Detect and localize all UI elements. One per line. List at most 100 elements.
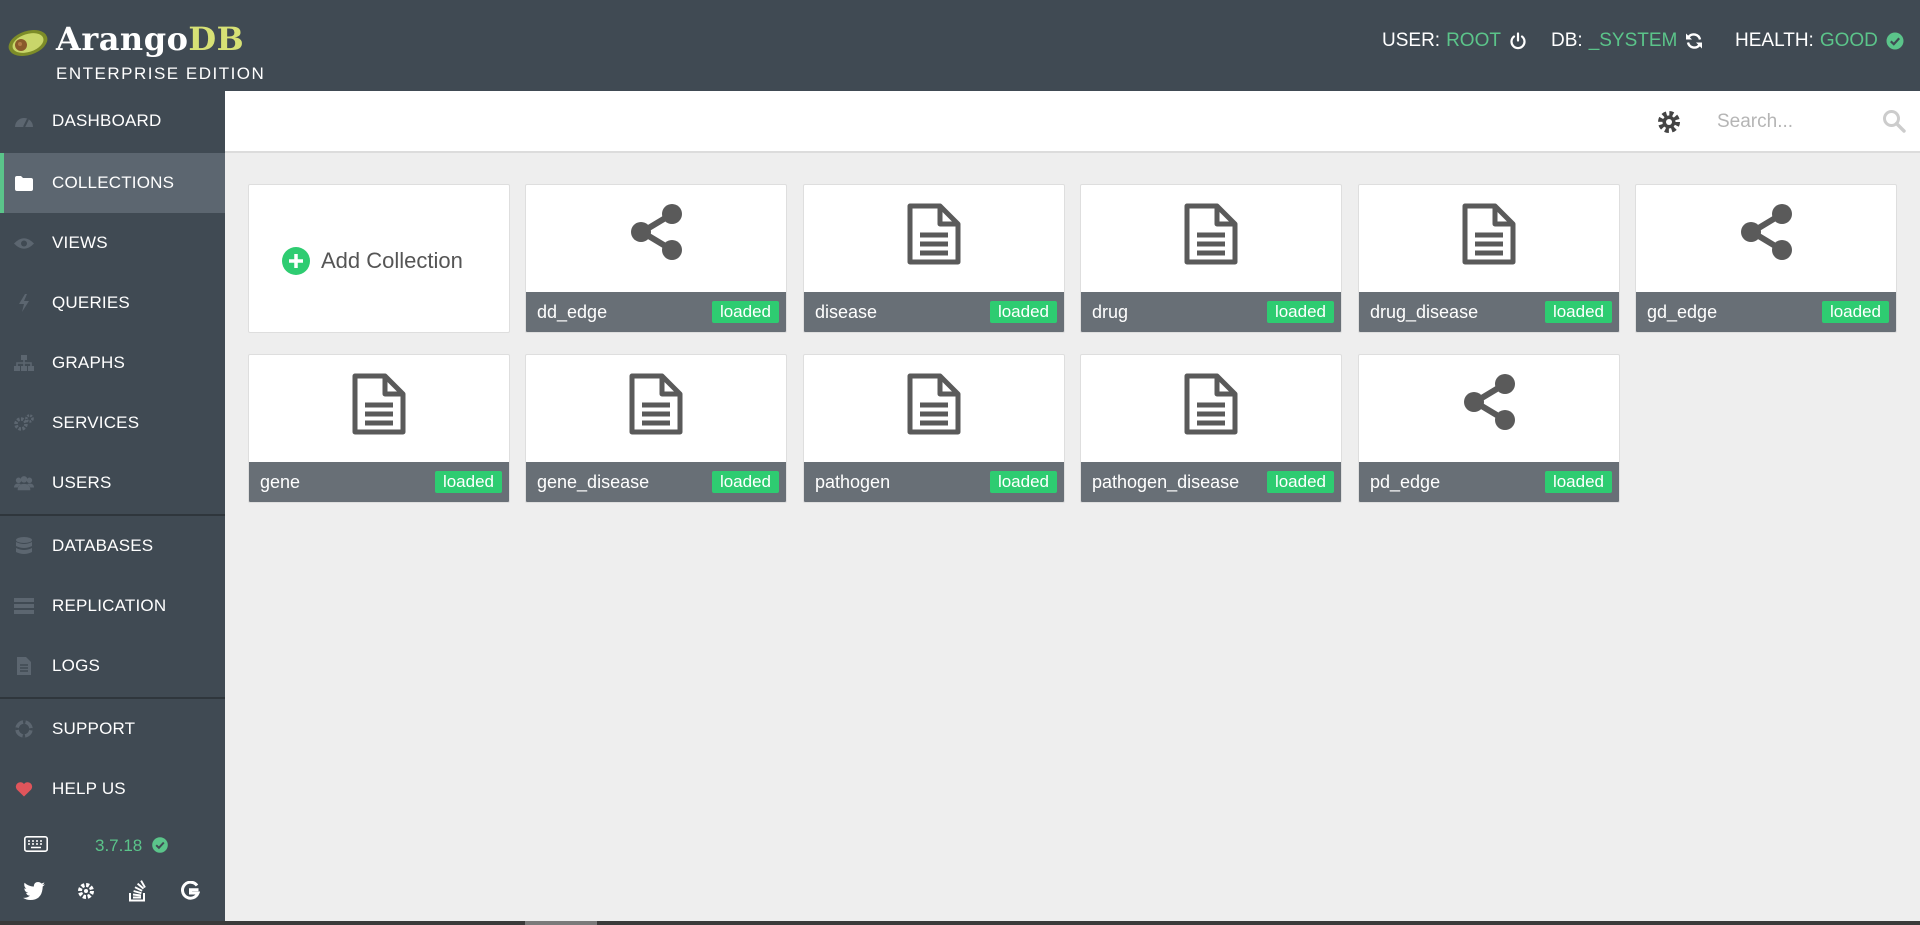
collection-tile-drug-disease[interactable]: drug_disease loaded	[1358, 184, 1620, 333]
nav-label: DASHBOARD	[52, 111, 162, 130]
database-icon	[14, 536, 34, 556]
document-icon	[1462, 203, 1516, 265]
share-alt-icon	[1464, 374, 1515, 430]
database-status[interactable]: DB: _SYSTEM	[1551, 30, 1703, 52]
document-icon	[907, 373, 961, 435]
collection-tile-pathogen-disease[interactable]: pathogen_disease loaded	[1080, 354, 1342, 503]
nav-queries[interactable]: QUERIES	[0, 273, 225, 333]
collection-name: dd_edge	[537, 302, 608, 322]
share-alt-icon	[1741, 204, 1792, 260]
document-icon	[1184, 203, 1238, 265]
nav-graphs[interactable]: GRAPHS	[0, 333, 225, 393]
users-icon	[14, 473, 34, 493]
search-input[interactable]	[1717, 105, 1897, 139]
collection-tile-drug[interactable]: drug loaded	[1080, 184, 1342, 333]
user-status[interactable]: USER: ROOT	[1382, 30, 1527, 52]
nav-databases[interactable]: DATABASES	[0, 516, 225, 576]
status-badge: loaded	[1544, 301, 1612, 323]
collection-name: gene_disease	[537, 472, 650, 492]
share-alt-icon	[631, 204, 682, 260]
sitemap-icon	[14, 353, 34, 373]
collection-tile-pd-edge[interactable]: pd_edge loaded	[1358, 354, 1620, 503]
nav-help-us[interactable]: HELP US	[0, 759, 225, 819]
status-badge: loaded	[711, 471, 779, 493]
nav-label: LOGS	[52, 656, 101, 675]
document-icon	[352, 373, 406, 435]
nav-dashboard[interactable]: DASHBOARD	[0, 91, 225, 151]
nav-collections[interactable]: COLLECTIONS	[0, 153, 225, 213]
document-icon	[629, 373, 683, 435]
collection-tile-gene-disease[interactable]: gene_disease loaded	[525, 354, 787, 503]
collection-name: disease	[815, 302, 878, 322]
nav-label: USERS	[52, 473, 112, 492]
top-bar: ArangoDB ENTERPRISE EDITION USER: ROOT D…	[0, 0, 1920, 91]
collection-tile-pathogen[interactable]: pathogen loaded	[803, 354, 1065, 503]
nav-services[interactable]: SERVICES	[0, 393, 225, 453]
check-circle-icon	[152, 837, 168, 853]
plus-circle-icon	[282, 247, 310, 275]
nav-logs[interactable]: LOGS	[0, 636, 225, 696]
version-row: 3.7.18	[0, 826, 225, 866]
nav-label: SERVICES	[52, 413, 140, 432]
status-badge: loaded	[711, 301, 779, 323]
collection-name: pd_edge	[1370, 472, 1441, 492]
cogs-icon	[14, 413, 34, 433]
document-icon	[1184, 373, 1238, 435]
nav-support[interactable]: SUPPORT	[0, 699, 225, 759]
folder-icon	[14, 173, 34, 193]
nav-label: COLLECTIONS	[52, 173, 175, 192]
brand-name: ArangoDB	[56, 20, 244, 58]
nav-replication[interactable]: REPLICATION	[0, 576, 225, 636]
collection-tile-gene[interactable]: gene loaded	[248, 354, 510, 503]
user-label: USER:	[1382, 30, 1441, 51]
content-toolbar	[225, 91, 1920, 153]
document-icon	[907, 203, 961, 265]
nav-label: SUPPORT	[52, 719, 136, 738]
collection-tile-gd-edge[interactable]: gd_edge loaded	[1635, 184, 1897, 333]
status-badge: loaded	[434, 471, 502, 493]
arangodb-logo[interactable]: ArangoDB ENTERPRISE EDITION	[6, 18, 266, 88]
keyboard-icon[interactable]	[24, 836, 48, 852]
check-circle-icon	[1886, 32, 1904, 50]
collection-name: drug	[1092, 302, 1129, 322]
status-badge: loaded	[1544, 471, 1612, 493]
collection-name: pathogen_disease	[1092, 472, 1240, 492]
horizontal-scrollbar[interactable]	[0, 921, 1920, 925]
sidebar: DASHBOARD COLLECTIONS VIEWS QUERIES GRAP…	[0, 91, 225, 921]
nav-views[interactable]: VIEWS	[0, 213, 225, 273]
eye-icon	[14, 233, 34, 253]
collection-tile-dd-edge[interactable]: dd_edge loaded	[525, 184, 787, 333]
refresh-icon[interactable]	[1685, 32, 1703, 50]
status-badge: loaded	[1266, 471, 1334, 493]
nav-label: HELP US	[52, 779, 126, 798]
collection-name: gd_edge	[1647, 302, 1718, 322]
collection-tile-disease[interactable]: disease loaded	[803, 184, 1065, 333]
add-collection-label: Add Collection	[321, 248, 463, 273]
status-badge: loaded	[1266, 301, 1334, 323]
version-number: 3.7.18	[95, 836, 143, 855]
bolt-icon	[14, 293, 34, 313]
db-value: _SYSTEM	[1588, 30, 1678, 51]
nav-label: QUERIES	[52, 293, 130, 312]
file-text-icon	[14, 656, 34, 676]
search-icon[interactable]	[1882, 109, 1906, 133]
google-icon[interactable]	[178, 879, 202, 903]
collection-name: gene	[260, 472, 301, 492]
twitter-icon[interactable]	[22, 879, 46, 903]
add-collection-button[interactable]: Add Collection	[282, 247, 463, 275]
status-badge: loaded	[989, 301, 1057, 323]
scrollbar-thumb[interactable]	[525, 921, 597, 925]
heart-icon	[14, 779, 34, 799]
life-ring-icon	[14, 719, 34, 739]
health-status[interactable]: HEALTH: GOOD	[1735, 30, 1904, 52]
nav-label: REPLICATION	[52, 596, 167, 615]
brand-edition: ENTERPRISE EDITION	[56, 64, 266, 83]
nav-label: GRAPHS	[52, 353, 125, 372]
nav-users[interactable]: USERS	[0, 453, 225, 513]
add-collection-tile[interactable]: Add Collection	[248, 184, 510, 333]
slack-icon[interactable]	[74, 879, 98, 903]
power-icon[interactable]	[1509, 32, 1527, 50]
settings-gear-icon[interactable]	[1656, 109, 1682, 135]
stackoverflow-icon[interactable]	[126, 879, 150, 903]
health-label: HEALTH:	[1735, 30, 1814, 51]
